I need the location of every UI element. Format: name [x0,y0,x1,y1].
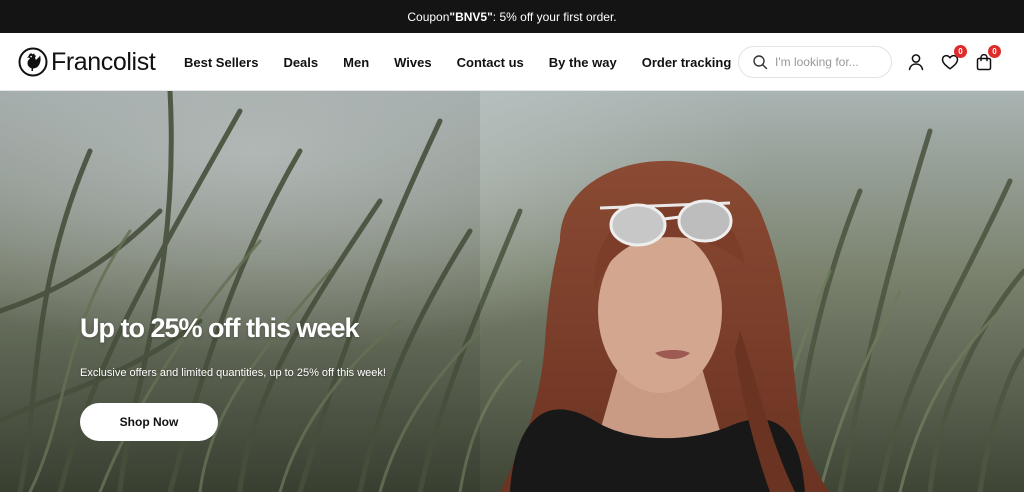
announcement-suffix: : 5% off your first order. [492,9,617,24]
hero-title: Up to 25% off this week [80,313,360,343]
user-icon [908,54,924,71]
cart-count-badge: 0 [988,45,1001,58]
shop-now-button[interactable]: Shop Now [80,403,218,441]
announcement-bar: Coupon "BNV5": 5% off your first order. [0,0,1024,33]
rooster-icon [18,47,48,77]
account-button[interactable] [906,52,926,72]
announcement-prefix: Coupon [407,9,450,24]
main-nav: Best Sellers Deals Men Wives Contact us … [184,33,756,91]
site-header: Francolist Best Sellers Deals Men Wives … [0,33,1024,91]
logo[interactable]: Francolist [18,46,156,78]
wishlist-count-badge: 0 [954,45,967,58]
cart-button[interactable]: 0 [974,45,1001,72]
hero-subtitle: Exclusive offers and limited quantities,… [80,367,386,379]
wishlist-button[interactable]: 0 [940,45,967,72]
nav-best-sellers[interactable]: Best Sellers [184,55,258,70]
nav-wives[interactable]: Wives [394,55,431,70]
nav-deals[interactable]: Deals [283,55,318,70]
search-box [738,46,892,78]
nav-contact-us[interactable]: Contact us [457,55,524,70]
nav-by-the-way[interactable]: By the way [549,55,617,70]
nav-men[interactable]: Men [343,55,369,70]
search-input[interactable] [775,55,885,69]
hero-banner: Up to 25% off this week Exclusive offers… [0,91,1024,492]
coupon-code: "BNV5" [449,9,493,24]
search-icon[interactable] [752,54,768,70]
logo-text: Francolist [51,47,156,76]
nav-order-tracking[interactable]: Order tracking [642,55,732,70]
